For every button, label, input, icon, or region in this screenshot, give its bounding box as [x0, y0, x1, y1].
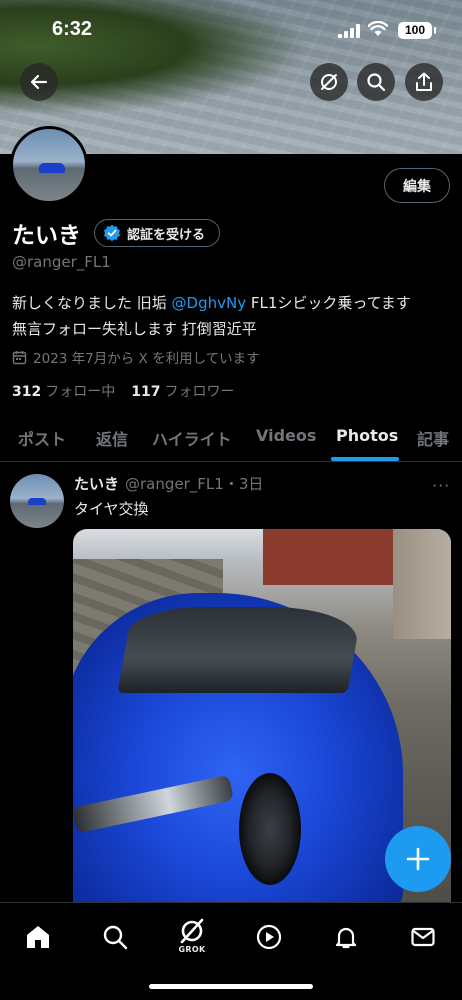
grok-button[interactable]: [310, 63, 348, 101]
post-header: たいき @ranger_FL1・3日: [74, 473, 263, 494]
compose-button[interactable]: [385, 826, 451, 892]
profile-tabs: ポスト 返信 ハイライト Videos Photos 記事: [0, 418, 462, 462]
tab-photos[interactable]: Photos: [336, 426, 398, 445]
calendar-icon: [12, 350, 27, 364]
bio-line-2: 無言フォロー失礼します 打倒習近平: [12, 320, 257, 338]
followers-label: フォロワー: [164, 384, 235, 400]
get-verified-label: 認証を受ける: [127, 227, 206, 243]
following-count: 312: [12, 384, 42, 400]
search-icon: [103, 925, 128, 950]
post-author-name[interactable]: たいき: [74, 473, 119, 494]
nav-search[interactable]: [95, 917, 135, 957]
grok-icon: [180, 918, 204, 944]
status-time: 6:32: [52, 18, 93, 40]
plus-icon: [406, 847, 430, 871]
tab-replies[interactable]: 返信: [96, 426, 128, 450]
battery-indicator: 100: [398, 22, 436, 39]
verified-badge-icon: [104, 224, 120, 242]
nav-videos[interactable]: [249, 917, 289, 957]
profile-name: たいき: [12, 223, 81, 249]
home-icon: [27, 926, 49, 948]
post-text: タイヤ交換: [74, 500, 149, 518]
grok-icon: [321, 74, 337, 90]
nav-grok[interactable]: GROK: [172, 913, 212, 959]
post-handle-time: @ranger_FL1・3日: [125, 475, 264, 493]
following-label: フォロー中: [45, 384, 116, 400]
following-link[interactable]: 312 フォロー中: [12, 381, 115, 401]
status-bar: 6:32 100: [0, 0, 462, 62]
search-button[interactable]: [357, 63, 395, 101]
get-verified-button[interactable]: 認証を受ける: [94, 219, 221, 247]
search-icon: [367, 73, 386, 92]
followers-count: 117: [131, 384, 161, 400]
bio-mention-link[interactable]: @DghvNy: [172, 294, 247, 312]
back-button[interactable]: [20, 63, 58, 101]
followers-link[interactable]: 117 フォロワー: [131, 381, 234, 401]
tab-posts[interactable]: ポスト: [18, 426, 66, 450]
wifi-icon: [368, 21, 388, 36]
tab-videos[interactable]: Videos: [256, 426, 316, 445]
bio-text: FL1シビック乗ってます: [246, 294, 411, 312]
joined-date: 2023 年7月から X を利用しています: [12, 347, 260, 367]
tab-articles[interactable]: 記事: [417, 426, 449, 450]
mail-icon: [411, 927, 435, 947]
nav-home[interactable]: [18, 917, 58, 957]
follow-stats: 312 フォロー中 117 フォロワー: [12, 381, 234, 401]
play-icon: [256, 924, 282, 950]
profile-handle: @ranger_FL1: [12, 253, 111, 271]
home-indicator[interactable]: [149, 984, 313, 989]
signal-icon: [338, 24, 360, 38]
tab-highlights[interactable]: ハイライト: [152, 426, 232, 450]
share-icon: [416, 72, 432, 91]
joined-text: 2023 年7月から X を利用しています: [33, 351, 260, 367]
nav-notifications[interactable]: [326, 917, 366, 957]
edit-profile-button[interactable]: 編集: [384, 168, 450, 203]
share-button[interactable]: [405, 63, 443, 101]
back-arrow-icon: [30, 74, 48, 90]
active-tab-indicator: [331, 457, 399, 461]
bell-icon: [335, 927, 357, 949]
profile-avatar[interactable]: [10, 126, 88, 204]
grok-label: GROK: [178, 945, 206, 954]
nav-messages[interactable]: [403, 917, 443, 957]
more-icon[interactable]: ···: [432, 476, 450, 495]
profile-bio: 新しくなりました 旧垢 @DghvNy FL1シビック乗ってます 無言フォロー失…: [12, 290, 452, 342]
post-avatar[interactable]: [10, 474, 64, 528]
bio-text: 新しくなりました 旧垢: [12, 294, 172, 312]
